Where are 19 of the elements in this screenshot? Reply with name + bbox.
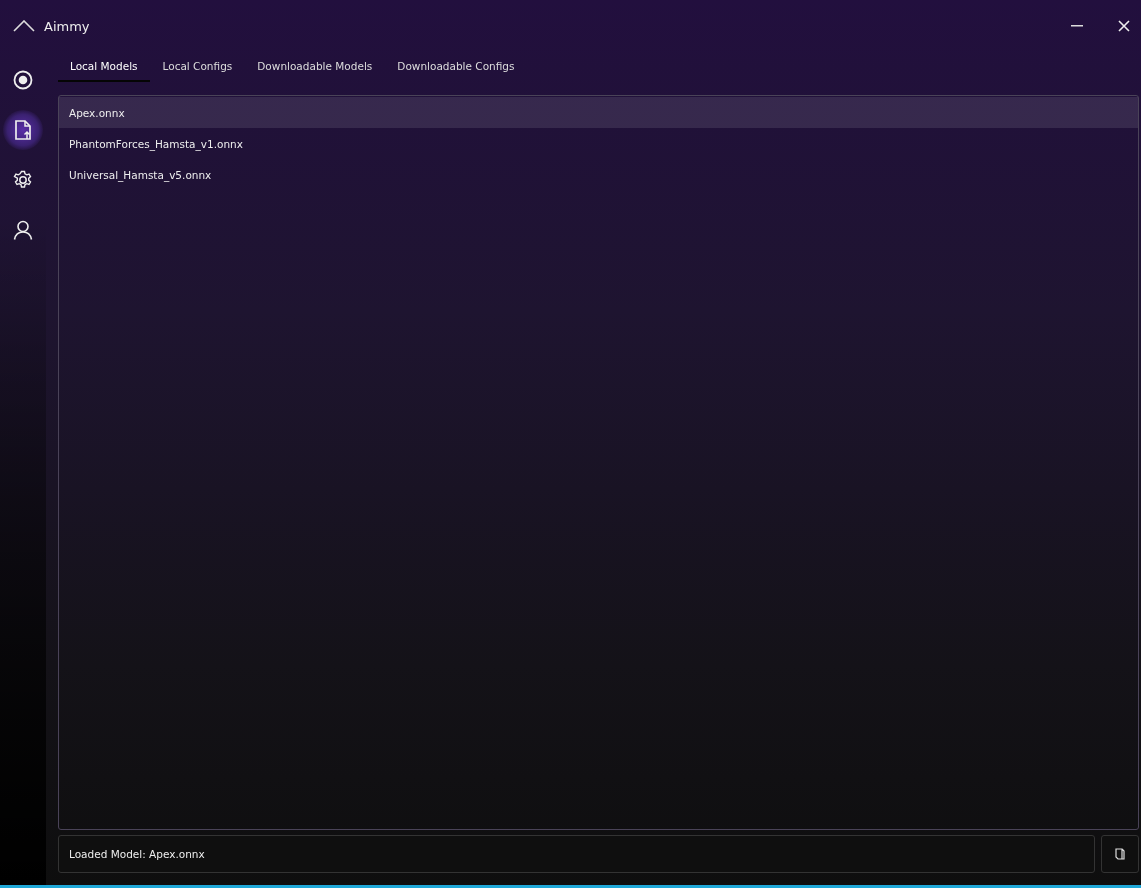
document-icon <box>1115 848 1125 860</box>
tab[interactable]: Local Models <box>58 52 150 82</box>
eject-button[interactable] <box>1101 835 1139 873</box>
user-icon <box>13 220 33 240</box>
tab[interactable]: Downloadable Configs <box>385 52 527 82</box>
status-text: Loaded Model: Apex.onnx <box>69 848 205 860</box>
model-list-item[interactable]: PhantomForces_Hamsta_v1.onnx <box>59 128 1138 159</box>
close-icon[interactable] <box>1118 20 1130 32</box>
file-upload-icon <box>13 120 33 140</box>
tab[interactable]: Local Configs <box>150 52 245 82</box>
file-upload-nav-button[interactable] <box>3 110 43 150</box>
window-title: Aimmy <box>44 18 90 34</box>
target-icon <box>13 70 33 90</box>
model-list-item[interactable]: Universal_Hamsta_v5.onnx <box>59 159 1138 190</box>
tab[interactable]: Downloadable Models <box>245 52 385 82</box>
collapse-icon[interactable] <box>13 20 35 32</box>
settings-icon <box>13 170 33 190</box>
model-list-item[interactable]: Apex.onnx <box>59 97 1138 128</box>
minimize-icon[interactable] <box>1071 25 1083 27</box>
